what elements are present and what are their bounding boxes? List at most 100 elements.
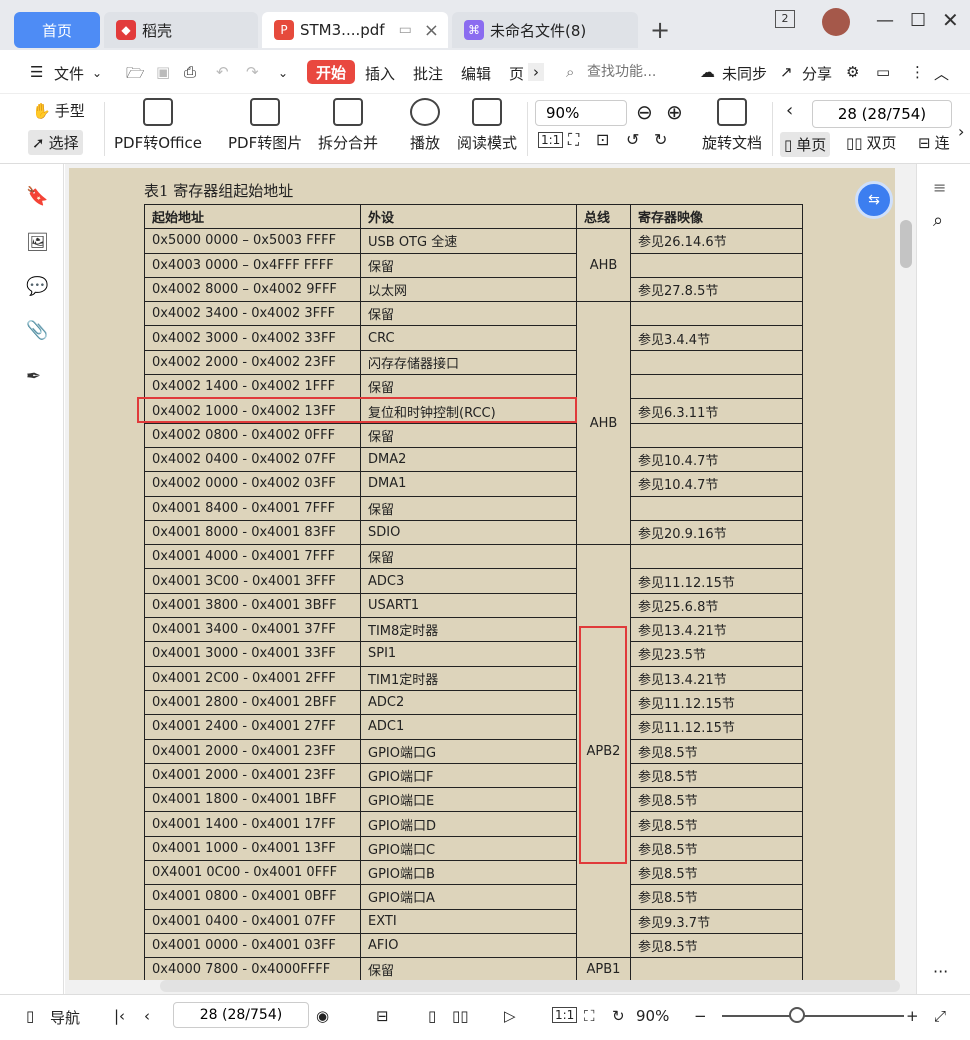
vertical-scrollbar[interactable] — [899, 170, 913, 980]
zoom-level[interactable]: 90% — [636, 1007, 669, 1025]
open-icon[interactable]: 🗁 — [126, 63, 145, 88]
menu-page[interactable]: 页 — [509, 63, 524, 84]
pdf-to-office-button[interactable]: PDF转Office — [114, 98, 202, 153]
select-tool-button[interactable]: ➚ 选择 — [28, 130, 83, 155]
settings-icon[interactable]: ⚙ — [846, 63, 859, 81]
cell-register-map: 参见26.14.6节 — [630, 228, 803, 254]
more-icon[interactable]: ⋮ — [910, 63, 925, 81]
fullscreen-icon[interactable]: ⤢ — [934, 1007, 946, 1025]
rotate-left-icon[interactable]: ↺ — [626, 130, 639, 149]
zoom-out-button[interactable]: − — [694, 1007, 707, 1025]
button-label: 双页 — [866, 134, 897, 152]
fit-width-icon[interactable]: ⊡ — [596, 130, 609, 149]
single-page-button[interactable]: ▯ 单页 — [780, 132, 831, 157]
window-close-icon[interactable]: ✕ — [942, 8, 959, 32]
play-icon[interactable]: ▷ — [504, 1007, 516, 1025]
tab-docer[interactable]: ◆ 稻壳 — [104, 12, 258, 48]
maximize-icon[interactable]: ☐ — [910, 10, 926, 31]
status-page-input[interactable] — [173, 1002, 309, 1028]
zoom-select[interactable] — [535, 100, 627, 126]
continuous-mode-icon[interactable]: ⊟ — [376, 1007, 389, 1025]
split-merge-button[interactable]: 拆分合并 — [318, 98, 378, 153]
sync-status[interactable]: 未同步 — [722, 63, 767, 84]
cell-register-map: 参见8.5节 — [630, 932, 803, 959]
undo-icon[interactable]: ↶ — [216, 63, 229, 81]
menu-annotate[interactable]: 批注 — [413, 63, 443, 84]
cell-register-map: 参见13.4.21节 — [630, 665, 803, 691]
double-page-icon[interactable]: ▯▯ — [452, 1007, 469, 1025]
tab-untitled-file[interactable]: ⌘ 未命名文件(8) — [452, 12, 638, 48]
actual-size-icon[interactable]: 1:1 — [538, 132, 564, 148]
fit-page-icon[interactable]: ⛶ — [584, 1007, 595, 1025]
collapse-ribbon-icon[interactable]: ︿ — [934, 63, 949, 84]
cell-address: 0x4002 2000 - 0x4002 23FF — [144, 349, 361, 376]
image-icon[interactable]: 🖼 — [26, 232, 49, 253]
rotate-document-button[interactable]: 旋转文档 — [702, 98, 762, 153]
first-page-icon[interactable]: |‹ — [114, 1007, 125, 1025]
print-icon[interactable]: ⎙ — [184, 63, 196, 81]
cell-register-map: 参见6.3.11节 — [630, 398, 803, 424]
ribbon-scroll-right-icon[interactable]: › — [958, 122, 964, 141]
table-row: 0x4001 3C00 - 0x4001 3FFF ADC3 参见11.12.15节 — [144, 568, 803, 594]
rotate-right-icon[interactable]: ↻ — [654, 130, 667, 149]
double-page-button[interactable]: ▯▯ 双页 — [846, 132, 897, 153]
rotate-icon[interactable]: ↻ — [612, 1007, 625, 1025]
cell-address: 0x4001 8000 - 0x4001 83FF — [144, 519, 361, 546]
menu-file[interactable]: 文件 — [54, 63, 84, 84]
minimize-icon[interactable]: — — [876, 10, 894, 31]
more-options-icon[interactable]: ··· — [933, 962, 948, 981]
comment-icon[interactable]: ▭ — [876, 63, 890, 81]
pdf-to-image-button[interactable]: PDF转图片 — [228, 98, 302, 153]
eye-icon[interactable]: ◉ — [316, 1007, 329, 1025]
floating-translate-button[interactable]: ⇆ — [855, 181, 893, 219]
share-button[interactable]: 分享 — [802, 63, 832, 84]
avatar[interactable] — [822, 8, 850, 36]
zoom-in-button[interactable]: + — [906, 1007, 919, 1025]
cell-register-map: 参见27.8.5节 — [630, 276, 803, 303]
menu-insert[interactable]: 插入 — [365, 63, 395, 84]
prev-page-icon[interactable]: ‹ — [786, 100, 793, 121]
chevron-right-icon[interactable]: › — [528, 63, 544, 81]
attachment-icon[interactable]: 📎 — [26, 320, 48, 341]
continuous-button[interactable]: ⊟ 连 — [918, 132, 950, 153]
nav-panel-icon[interactable]: ▯ — [26, 1007, 34, 1025]
more-chevron-icon[interactable]: ⌄ — [278, 66, 288, 80]
search-input[interactable] — [565, 62, 685, 82]
zoom-out-icon[interactable]: ⊖ — [636, 100, 653, 124]
page-number-input[interactable] — [812, 100, 952, 128]
prev-page-icon[interactable]: ‹ — [144, 1007, 150, 1025]
fit-page-icon[interactable]: ⛶ — [568, 130, 579, 150]
window-count-icon[interactable]: 2 — [775, 10, 795, 28]
menu-start[interactable]: 开始 — [307, 60, 355, 84]
monitor-icon[interactable]: ▭ — [399, 22, 412, 38]
chevron-down-icon[interactable]: ⌄ — [92, 66, 102, 80]
redo-icon[interactable]: ↷ — [246, 63, 259, 81]
zoom-slider-handle[interactable] — [789, 1007, 805, 1023]
close-icon[interactable]: × — [424, 20, 439, 41]
table-row: 0x4002 0800 - 0x4002 0FFF 保留 — [144, 422, 803, 448]
play-button[interactable]: 播放 — [410, 98, 440, 153]
panel-menu-icon[interactable]: ≡ — [933, 178, 946, 197]
single-page-icon[interactable]: ▯ — [428, 1007, 436, 1025]
tab-home[interactable]: 首页 — [14, 12, 100, 48]
menu-edit[interactable]: 编辑 — [461, 63, 491, 84]
bookmark-icon[interactable]: 🔖 — [26, 186, 48, 207]
scrollbar-thumb[interactable] — [900, 220, 912, 268]
actual-size-icon[interactable]: 1:1 — [552, 1007, 578, 1023]
find-text-icon[interactable]: ⌕ — [933, 210, 943, 231]
zoom-slider[interactable] — [722, 1015, 904, 1017]
zoom-in-icon[interactable]: ⊕ — [666, 100, 683, 124]
tab-pdf-document[interactable]: P STM3....pdf ▭ × — [262, 12, 448, 48]
nav-label[interactable]: 导航 — [50, 1007, 80, 1028]
table-row: 0x4001 3800 - 0x4001 3BFF USART1 参见25.6.8节 — [144, 592, 803, 619]
save-icon[interactable]: ▣ — [156, 63, 170, 81]
hand-tool-button[interactable]: ✋ 手型 — [32, 100, 85, 121]
cell-address: 0x4002 1400 - 0x4002 1FFF — [144, 374, 361, 400]
hamburger-icon[interactable]: ☰ — [30, 63, 43, 81]
new-tab-button[interactable]: + — [650, 16, 670, 44]
cell-peripheral: 保留 — [360, 301, 577, 327]
signature-icon[interactable]: ✒ — [26, 366, 46, 387]
horizontal-scrollbar[interactable] — [160, 980, 900, 992]
comment-icon[interactable]: 💬 — [26, 276, 48, 297]
read-mode-button[interactable]: 阅读模式 — [457, 98, 517, 153]
